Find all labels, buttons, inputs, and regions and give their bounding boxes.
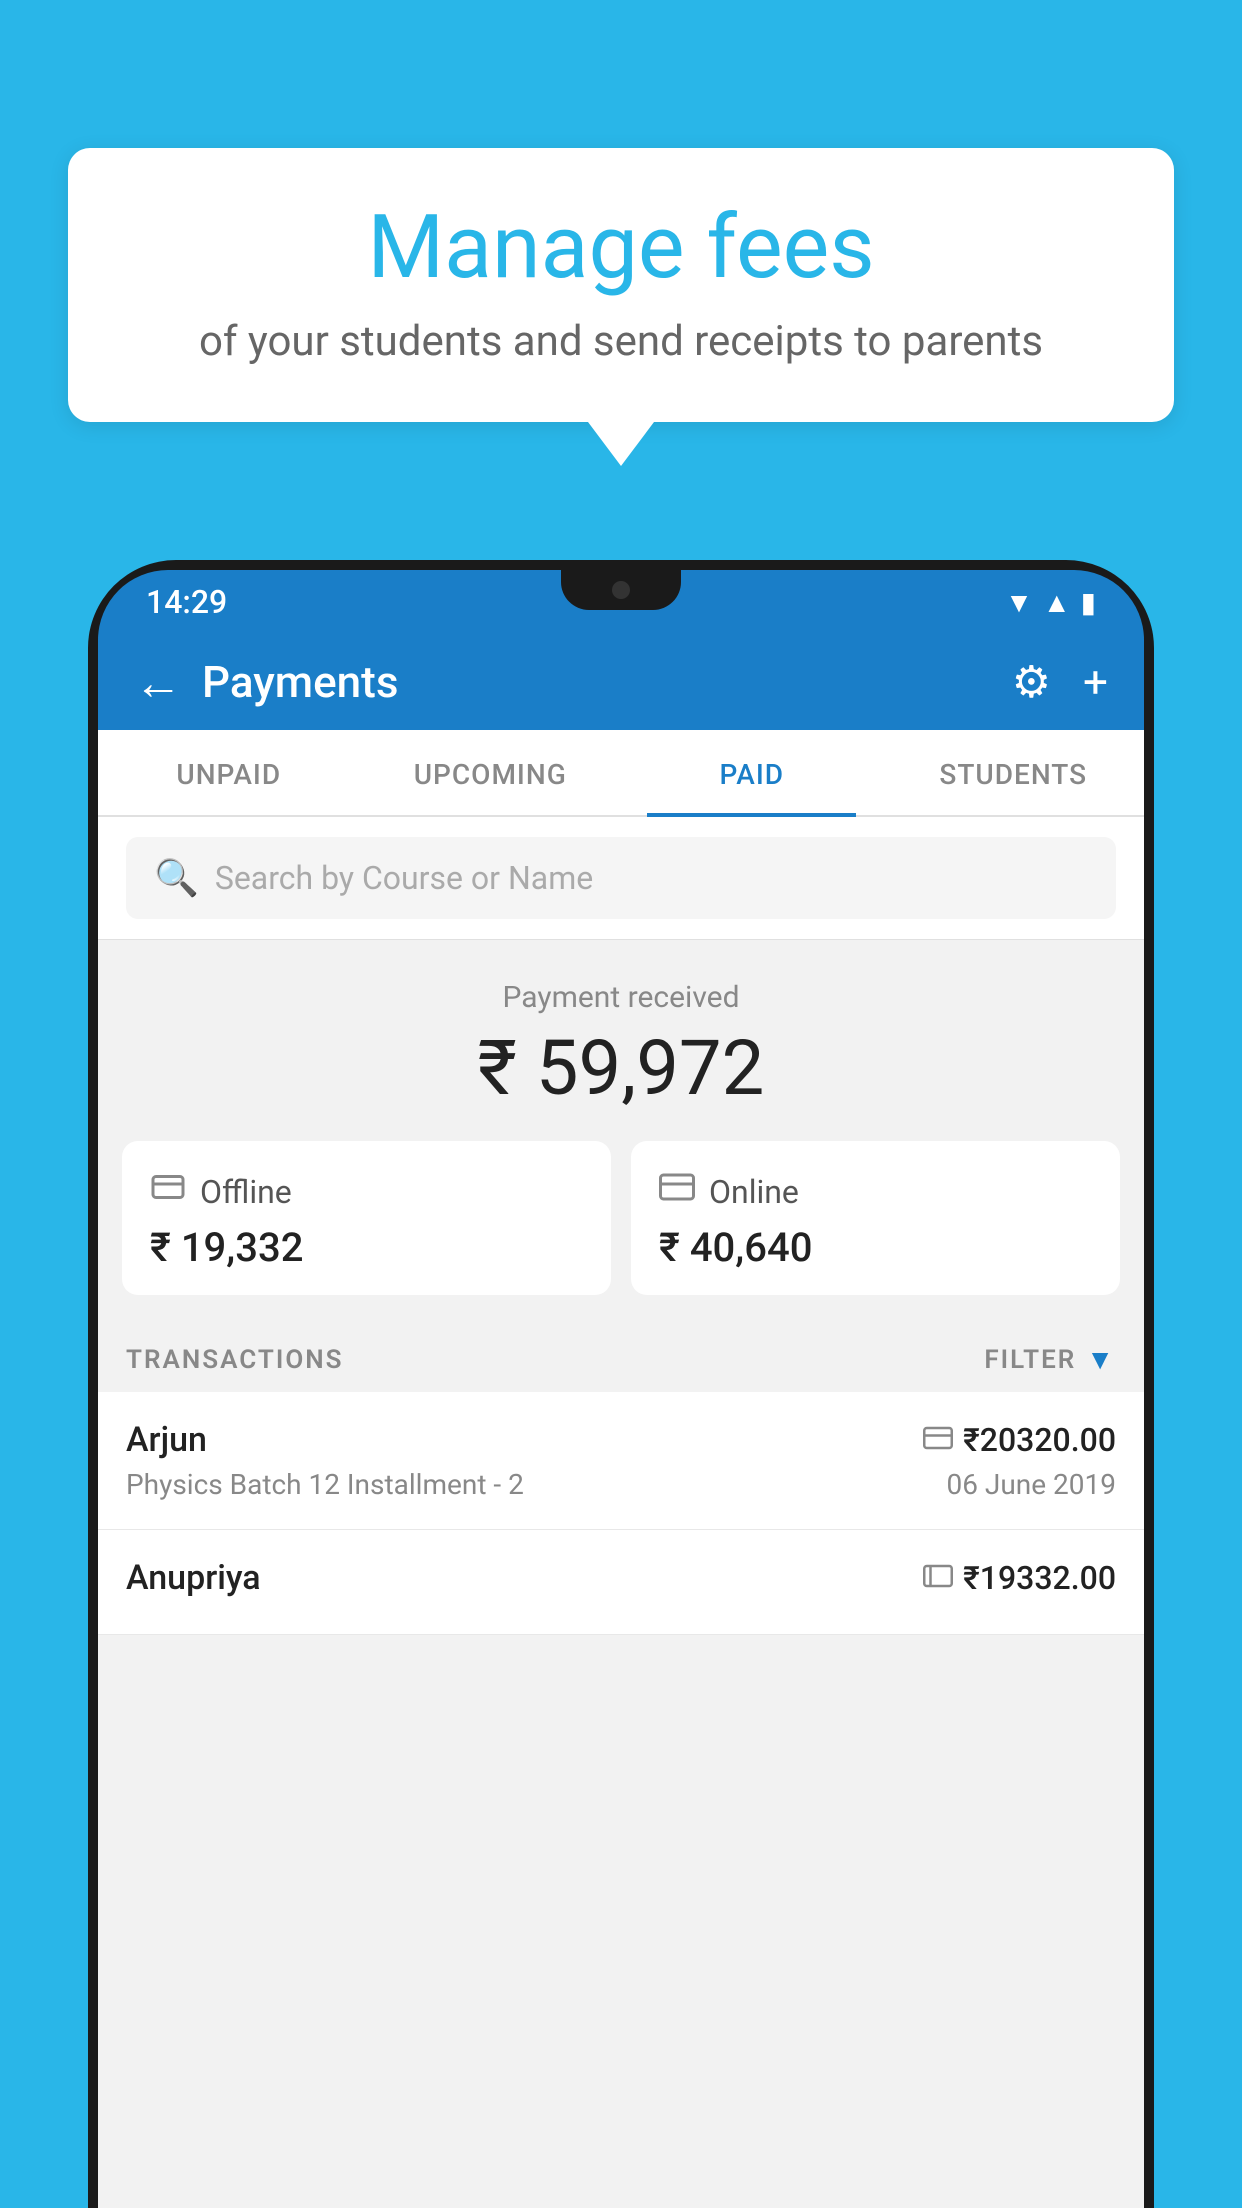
transaction-top-1: Arjun ₹20320.00	[126, 1420, 1116, 1460]
speech-bubble: Manage fees of your students and send re…	[68, 148, 1174, 422]
filter-button[interactable]: FILTER ▼	[984, 1343, 1116, 1376]
offline-card-header: Offline	[150, 1169, 292, 1214]
bubble-title: Manage fees	[128, 200, 1114, 297]
transaction-amount-wrap-1: ₹20320.00	[923, 1421, 1116, 1459]
offline-label: Offline	[200, 1173, 292, 1211]
online-card: Online ₹ 40,640	[631, 1141, 1120, 1295]
cards-row: Offline ₹ 19,332 Online ₹	[98, 1141, 1144, 1323]
transaction-course-1: Physics Batch 12 Installment - 2	[126, 1468, 524, 1501]
wifi-icon: ▼	[1005, 586, 1033, 619]
tab-students[interactable]: STUDENTS	[883, 730, 1145, 815]
bubble-subtitle: of your students and send receipts to pa…	[128, 317, 1114, 366]
online-card-header: Online	[659, 1169, 799, 1214]
transaction-amount-wrap-2: ₹19332.00	[923, 1559, 1116, 1597]
notch	[561, 570, 681, 610]
transaction-row-anupriya[interactable]: Anupriya ₹19332.00	[98, 1530, 1144, 1635]
transaction-name-2: Anupriya	[126, 1558, 261, 1598]
back-button[interactable]: ←	[134, 654, 182, 711]
tab-upcoming[interactable]: UPCOMING	[360, 730, 622, 815]
offline-icon	[150, 1169, 186, 1214]
tab-paid[interactable]: PAID	[621, 730, 883, 815]
filter-icon: ▼	[1086, 1343, 1116, 1376]
online-amount: ₹ 40,640	[659, 1224, 812, 1271]
offline-card: Offline ₹ 19,332	[122, 1141, 611, 1295]
tabs: UNPAID UPCOMING PAID STUDENTS	[98, 730, 1144, 817]
transaction-bottom-1: Physics Batch 12 Installment - 2 06 June…	[126, 1468, 1116, 1501]
phone-screen: 14:29 ▼ ▲ ▮ ← Payments ⚙ + UNPAID	[98, 570, 1144, 2208]
status-time: 14:29	[146, 583, 227, 621]
status-icons: ▼ ▲ ▮	[1005, 586, 1096, 619]
header-title: Payments	[202, 656, 1012, 708]
signal-icon: ▲	[1043, 586, 1071, 619]
payment-received-label: Payment received	[98, 980, 1144, 1015]
battery-icon: ▮	[1081, 586, 1096, 619]
screen-content: UNPAID UPCOMING PAID STUDENTS 🔍 Search b…	[98, 730, 1144, 2208]
offline-amount: ₹ 19,332	[150, 1224, 303, 1271]
settings-icon[interactable]: ⚙	[1012, 656, 1051, 708]
search-icon: 🔍	[154, 857, 199, 899]
transaction-type-icon-2	[923, 1562, 953, 1595]
speech-bubble-container: Manage fees of your students and send re…	[68, 148, 1174, 422]
status-bar: 14:29 ▼ ▲ ▮	[98, 570, 1144, 634]
search-container: 🔍 Search by Course or Name	[98, 817, 1144, 940]
transaction-date-1: 06 June 2019	[946, 1468, 1116, 1501]
search-bar[interactable]: 🔍 Search by Course or Name	[126, 837, 1116, 919]
transaction-top-2: Anupriya ₹19332.00	[126, 1558, 1116, 1598]
online-icon	[659, 1169, 695, 1214]
online-label: Online	[709, 1173, 799, 1211]
transaction-row-arjun[interactable]: Arjun ₹20320.00 Physics Batch 12 Install…	[98, 1392, 1144, 1530]
transaction-type-icon-1	[923, 1424, 953, 1457]
camera	[612, 581, 630, 599]
search-input[interactable]: Search by Course or Name	[215, 859, 593, 897]
transaction-amount-1: ₹20320.00	[963, 1421, 1116, 1459]
add-icon[interactable]: +	[1083, 656, 1108, 708]
payment-received-section: Payment received ₹ 59,972	[98, 940, 1144, 1141]
app-header: ← Payments ⚙ +	[98, 634, 1144, 730]
tab-unpaid[interactable]: UNPAID	[98, 730, 360, 815]
transaction-name-1: Arjun	[126, 1420, 207, 1460]
transactions-label: TRANSACTIONS	[126, 1345, 344, 1375]
transaction-amount-2: ₹19332.00	[963, 1559, 1116, 1597]
transactions-header: TRANSACTIONS FILTER ▼	[98, 1323, 1144, 1392]
filter-label: FILTER	[984, 1345, 1076, 1375]
header-icons: ⚙ +	[1012, 656, 1108, 708]
payment-received-amount: ₹ 59,972	[98, 1023, 1144, 1113]
phone-frame: 14:29 ▼ ▲ ▮ ← Payments ⚙ + UNPAID	[88, 560, 1154, 2208]
